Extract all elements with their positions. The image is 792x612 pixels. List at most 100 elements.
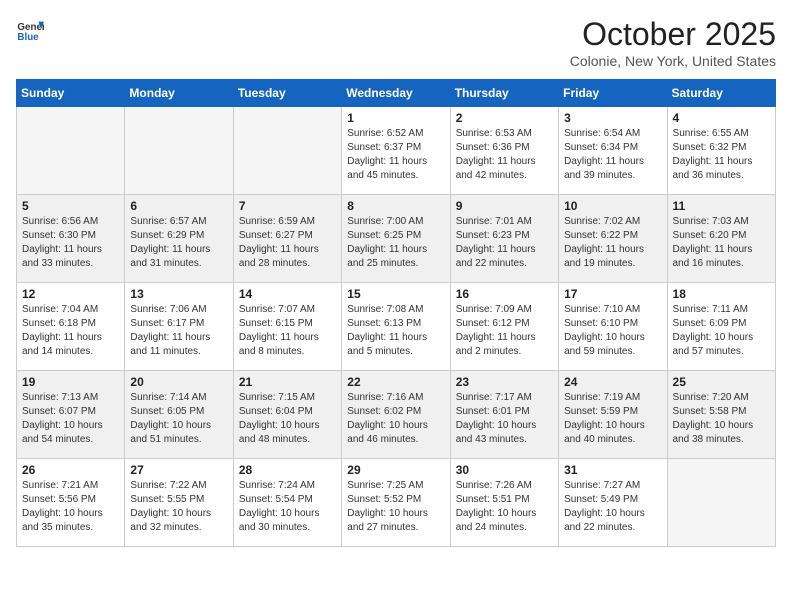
calendar-cell: 25 Sunrise: 7:20 AM Sunset: 5:58 PM Dayli… (667, 371, 775, 459)
day-info: Sunrise: 7:26 AM Sunset: 5:51 PM Dayligh… (456, 479, 553, 535)
calendar-week-row: 26 Sunrise: 7:21 AM Sunset: 5:56 PM Dayli… (17, 459, 776, 547)
calendar-cell: 31Sunrise: 7:27 AM Sunset: 5:49 PM Dayli… (559, 459, 667, 547)
calendar-week-row: 1 Sunrise: 6:52 AM Sunset: 6:37 PM Daylig… (17, 107, 776, 195)
calendar-cell: 29 Sunrise: 7:25 AM Sunset: 5:52 PM Dayli… (342, 459, 450, 547)
day-info: Sunrise: 6:54 AM Sunset: 6:34 PM Dayligh… (564, 127, 661, 183)
day-info: Sunrise: 7:10 AM Sunset: 6:10 PM Dayligh… (564, 303, 661, 359)
calendar-cell: 27Sunrise: 7:22 AM Sunset: 5:55 PM Dayli… (125, 459, 233, 547)
day-info: Sunrise: 7:03 AM Sunset: 6:20 PM Dayligh… (673, 215, 770, 271)
calendar-cell: 19Sunrise: 7:13 AM Sunset: 6:07 PM Dayli… (17, 371, 125, 459)
day-info: Sunrise: 7:01 AM Sunset: 6:23 PM Dayligh… (456, 215, 553, 271)
day-number: 20 (130, 375, 227, 389)
day-number: 28 (239, 463, 336, 477)
day-info: Sunrise: 7:08 AM Sunset: 6:13 PM Dayligh… (347, 303, 444, 359)
logo: General Blue (16, 16, 44, 44)
day-number: 18 (673, 287, 770, 301)
day-info: Sunrise: 6:57 AM Sunset: 6:29 PM Dayligh… (130, 215, 227, 271)
day-number: 16 (456, 287, 553, 301)
day-info: Sunrise: 7:11 AM Sunset: 6:09 PM Dayligh… (673, 303, 770, 359)
day-info: Sunrise: 7:19 AM Sunset: 5:59 PM Dayligh… (564, 391, 661, 447)
day-info: Sunrise: 7:20 AM Sunset: 5:58 PM Dayligh… (673, 391, 770, 447)
day-info: Sunrise: 7:06 AM Sunset: 6:17 PM Dayligh… (130, 303, 227, 359)
calendar-cell: 24 Sunrise: 7:19 AM Sunset: 5:59 PM Dayli… (559, 371, 667, 459)
calendar-cell: 17 Sunrise: 7:10 AM Sunset: 6:10 PM Dayli… (559, 283, 667, 371)
calendar-cell (125, 107, 233, 195)
calendar-cell: 4 Sunrise: 6:55 AM Sunset: 6:32 PM Daylig… (667, 107, 775, 195)
day-info: Sunrise: 6:59 AM Sunset: 6:27 PM Dayligh… (239, 215, 336, 271)
day-info: Sunrise: 7:17 AM Sunset: 6:01 PM Dayligh… (456, 391, 553, 447)
calendar-cell: 11 Sunrise: 7:03 AM Sunset: 6:20 PM Dayli… (667, 195, 775, 283)
day-number: 10 (564, 199, 661, 213)
calendar-cell: 18 Sunrise: 7:11 AM Sunset: 6:09 PM Dayli… (667, 283, 775, 371)
day-number: 27 (130, 463, 227, 477)
weekday-header-friday: Friday (559, 80, 667, 107)
day-info: Sunrise: 6:52 AM Sunset: 6:37 PM Dayligh… (347, 127, 444, 183)
calendar-cell: 5 Sunrise: 6:56 AM Sunset: 6:30 PM Daylig… (17, 195, 125, 283)
day-number: 24 (564, 375, 661, 389)
calendar-cell: 14 Sunrise: 7:07 AM Sunset: 6:15 PM Dayli… (233, 283, 341, 371)
weekday-header-wednesday: Wednesday (342, 80, 450, 107)
day-info: Sunrise: 6:55 AM Sunset: 6:32 PM Dayligh… (673, 127, 770, 183)
day-number: 26 (22, 463, 119, 477)
calendar-cell (17, 107, 125, 195)
day-number: 1 (347, 111, 444, 125)
day-number: 5 (22, 199, 119, 213)
weekday-header-thursday: Thursday (450, 80, 558, 107)
day-info: Sunrise: 7:13 AM Sunset: 6:07 PM Dayligh… (22, 391, 119, 447)
weekday-header-monday: Monday (125, 80, 233, 107)
weekday-header-tuesday: Tuesday (233, 80, 341, 107)
day-number: 3 (564, 111, 661, 125)
day-number: 14 (239, 287, 336, 301)
calendar-cell: 22 Sunrise: 7:16 AM Sunset: 6:02 PM Dayli… (342, 371, 450, 459)
calendar-cell: 12Sunrise: 7:04 AM Sunset: 6:18 PM Dayli… (17, 283, 125, 371)
calendar-cell: 26 Sunrise: 7:21 AM Sunset: 5:56 PM Dayli… (17, 459, 125, 547)
calendar: SundayMondayTuesdayWednesdayThursdayFrid… (16, 79, 776, 547)
calendar-cell: 23 Sunrise: 7:17 AM Sunset: 6:01 PM Dayli… (450, 371, 558, 459)
calendar-cell: 16Sunrise: 7:09 AM Sunset: 6:12 PM Dayli… (450, 283, 558, 371)
calendar-week-row: 5 Sunrise: 6:56 AM Sunset: 6:30 PM Daylig… (17, 195, 776, 283)
day-info: Sunrise: 7:16 AM Sunset: 6:02 PM Dayligh… (347, 391, 444, 447)
day-number: 11 (673, 199, 770, 213)
day-number: 25 (673, 375, 770, 389)
weekday-header-sunday: Sunday (17, 80, 125, 107)
weekday-header-saturday: Saturday (667, 80, 775, 107)
calendar-cell: 6 Sunrise: 6:57 AM Sunset: 6:29 PM Daylig… (125, 195, 233, 283)
calendar-cell: 1 Sunrise: 6:52 AM Sunset: 6:37 PM Daylig… (342, 107, 450, 195)
day-info: Sunrise: 7:00 AM Sunset: 6:25 PM Dayligh… (347, 215, 444, 271)
day-info: Sunrise: 7:02 AM Sunset: 6:22 PM Dayligh… (564, 215, 661, 271)
day-info: Sunrise: 6:56 AM Sunset: 6:30 PM Dayligh… (22, 215, 119, 271)
logo-icon: General Blue (16, 16, 44, 44)
day-number: 4 (673, 111, 770, 125)
day-info: Sunrise: 7:07 AM Sunset: 6:15 PM Dayligh… (239, 303, 336, 359)
calendar-cell: 28 Sunrise: 7:24 AM Sunset: 5:54 PM Dayli… (233, 459, 341, 547)
day-info: Sunrise: 7:25 AM Sunset: 5:52 PM Dayligh… (347, 479, 444, 535)
day-number: 15 (347, 287, 444, 301)
day-number: 9 (456, 199, 553, 213)
calendar-cell: 9 Sunrise: 7:01 AM Sunset: 6:23 PM Daylig… (450, 195, 558, 283)
day-info: Sunrise: 7:21 AM Sunset: 5:56 PM Dayligh… (22, 479, 119, 535)
day-number: 17 (564, 287, 661, 301)
calendar-cell: 8Sunrise: 7:00 AM Sunset: 6:25 PM Daylig… (342, 195, 450, 283)
title-area: October 2025 Colonie, New York, United S… (570, 16, 776, 69)
calendar-cell: 15 Sunrise: 7:08 AM Sunset: 6:13 PM Dayli… (342, 283, 450, 371)
calendar-week-row: 12Sunrise: 7:04 AM Sunset: 6:18 PM Dayli… (17, 283, 776, 371)
day-number: 30 (456, 463, 553, 477)
location-title: Colonie, New York, United States (570, 53, 776, 69)
calendar-cell: 21 Sunrise: 7:15 AM Sunset: 6:04 PM Dayli… (233, 371, 341, 459)
day-number: 13 (130, 287, 227, 301)
day-info: Sunrise: 7:14 AM Sunset: 6:05 PM Dayligh… (130, 391, 227, 447)
day-number: 22 (347, 375, 444, 389)
day-number: 6 (130, 199, 227, 213)
svg-text:Blue: Blue (17, 32, 39, 43)
weekday-header-row: SundayMondayTuesdayWednesdayThursdayFrid… (17, 80, 776, 107)
page-header: General Blue October 2025 Colonie, New Y… (16, 16, 776, 69)
calendar-cell: 2Sunrise: 6:53 AM Sunset: 6:36 PM Daylig… (450, 107, 558, 195)
day-number: 31 (564, 463, 661, 477)
day-number: 2 (456, 111, 553, 125)
day-info: Sunrise: 7:24 AM Sunset: 5:54 PM Dayligh… (239, 479, 336, 535)
calendar-cell (233, 107, 341, 195)
day-number: 29 (347, 463, 444, 477)
day-number: 23 (456, 375, 553, 389)
day-info: Sunrise: 7:15 AM Sunset: 6:04 PM Dayligh… (239, 391, 336, 447)
day-number: 21 (239, 375, 336, 389)
